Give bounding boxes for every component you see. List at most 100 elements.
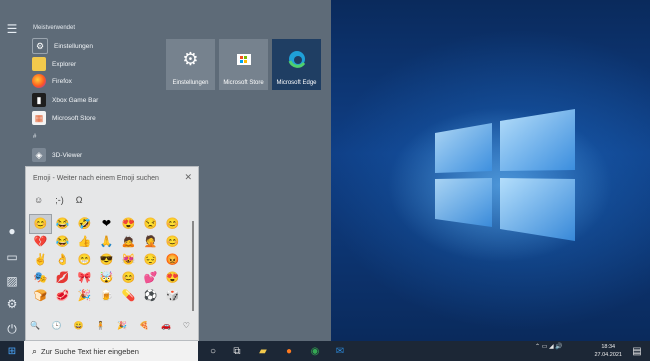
search-input[interactable]: Zur Suche Text hier eingeben [41, 347, 139, 356]
emoji-cell[interactable]: 😒 [140, 215, 161, 233]
app-label: Xbox Game Bar [52, 96, 99, 104]
task-view-icon[interactable]: ⧉ [230, 344, 244, 358]
emoji-cell[interactable]: ⚽ [140, 287, 161, 305]
taskbar: ⊞ ⌕ Zur Suche Text hier eingeben ○ ⧉ ▰ ●… [0, 341, 650, 361]
tile-microsoft-edge[interactable]: Microsoft Edge [272, 39, 321, 90]
time-text: 18:34 [601, 344, 616, 350]
emoji-glyph: 💊 [121, 290, 136, 302]
emoji-category-icon[interactable]: 🔍 [30, 321, 40, 330]
emoji-cell[interactable]: 🤣 [74, 215, 95, 233]
emoji-cell[interactable]: 🍺 [96, 287, 117, 305]
cube-icon: ◈ [32, 148, 46, 162]
emoji-cell[interactable]: ❤ [96, 215, 117, 233]
emoji-cell[interactable]: 😁 [74, 251, 95, 269]
mail-taskbar-icon[interactable]: ✉ [333, 344, 347, 358]
pictures-icon[interactable]: ▨ [5, 274, 19, 288]
emoji-category-icon[interactable]: 🕒 [52, 321, 62, 330]
emoji-cell[interactable]: 💋 [52, 269, 73, 287]
document-icon[interactable]: ▭ [5, 250, 19, 264]
emoji-cell[interactable]: 😍 [162, 269, 183, 287]
app-explorer[interactable]: Explorer [32, 56, 162, 72]
windows-start-icon[interactable]: ⊞ [5, 344, 19, 358]
emoji-category-icon[interactable]: 🎉 [117, 321, 127, 330]
settings-gear-icon[interactable]: ⚙ [5, 297, 19, 311]
tab-symbols[interactable]: Ω [76, 195, 83, 205]
emoji-cell[interactable]: ✌ [30, 251, 51, 269]
emoji-cell[interactable]: 🎭 [30, 269, 51, 287]
emoji-cell[interactable]: 😊 [162, 233, 183, 251]
xbox-icon: ▮ [32, 93, 46, 107]
hamburger-menu-icon[interactable]: ☰ [5, 22, 19, 36]
emoji-cell[interactable]: 😂 [52, 215, 73, 233]
emoji-category-icon[interactable]: ♡ [183, 321, 190, 330]
user-avatar-icon[interactable]: ● [5, 224, 19, 238]
emoji-glyph: 😻 [121, 254, 136, 266]
emoji-cell[interactable]: 🍞 [30, 287, 51, 305]
tray-icons[interactable]: ⌃ ▭ ◢ 🔊 [535, 343, 563, 350]
emoji-cell[interactable]: 🎉 [74, 287, 95, 305]
clock[interactable]: 18:34 27.04.2021 [594, 343, 622, 359]
emoji-category-icon[interactable]: 😀 [74, 321, 84, 330]
emoji-cell[interactable]: 🎲 [162, 287, 183, 305]
emoji-cell[interactable]: 💊 [118, 287, 139, 305]
tile-microsoft-store[interactable]: Microsoft Store [219, 39, 268, 90]
emoji-category-icon[interactable]: 🍕 [139, 321, 149, 330]
app-3d-viewer[interactable]: ◈ 3D-Viewer [32, 147, 162, 163]
emoji-glyph: 😊 [33, 218, 48, 230]
scrollbar[interactable] [192, 221, 194, 311]
emoji-cell[interactable]: 😊 [29, 214, 52, 234]
emoji-cell[interactable]: 🙇 [118, 233, 139, 251]
emoji-cell[interactable]: 😡 [162, 251, 183, 269]
emoji-glyph: 😒 [143, 218, 158, 230]
emoji-cell[interactable]: 😂 [52, 233, 73, 251]
app-label: 3D-Viewer [52, 151, 83, 159]
cortana-icon[interactable]: ○ [206, 344, 220, 358]
emoji-cell[interactable]: 😻 [118, 251, 139, 269]
emoji-glyph: 🤣 [77, 218, 92, 230]
emoji-cell[interactable]: 🥩 [52, 287, 73, 305]
emoji-cell[interactable]: 🤦 [140, 233, 161, 251]
emoji-cell[interactable]: 😍 [118, 215, 139, 233]
tile-settings[interactable]: ⚙ Einstellungen [166, 39, 215, 90]
emoji-glyph: 🤦 [143, 236, 158, 248]
notification-icon[interactable]: ▤ [630, 344, 644, 358]
emoji-cell[interactable]: 👌 [52, 251, 73, 269]
emoji-glyph: 😊 [165, 236, 180, 248]
power-icon[interactable]: ⏻ [5, 322, 19, 336]
store-icon [219, 49, 268, 71]
emoji-cell[interactable]: 💕 [140, 269, 161, 287]
app-settings[interactable]: ⚙ Einstellungen [32, 38, 162, 54]
emoji-cell[interactable]: 🎀 [74, 269, 95, 287]
emoji-search-prompt[interactable]: Emoji - Weiter nach einem Emoji suchen [33, 175, 159, 182]
emoji-category-icon[interactable]: 🧍 [95, 321, 105, 330]
emoji-glyph: 🎭 [33, 272, 48, 284]
windows-logo [435, 109, 575, 241]
firefox-taskbar-icon[interactable]: ● [282, 344, 296, 358]
close-icon[interactable]: ✕ [184, 172, 192, 183]
tab-emoji[interactable]: ☺ [34, 195, 43, 205]
emoji-cell[interactable]: 👍 [74, 233, 95, 251]
emoji-cell[interactable]: 💔 [30, 233, 51, 251]
chrome-taskbar-icon[interactable]: ◉ [308, 344, 322, 358]
tile-label: Microsoft Edge [276, 80, 317, 86]
emoji-cell[interactable]: 🤯 [96, 269, 117, 287]
firefox-icon [32, 74, 46, 88]
emoji-category-icon[interactable]: 🚗 [161, 321, 171, 330]
emoji-cell[interactable]: 😎 [96, 251, 117, 269]
gear-icon: ⚙ [182, 49, 199, 69]
explorer-taskbar-icon[interactable]: ▰ [256, 344, 270, 358]
emoji-cell[interactable]: 😔 [140, 251, 161, 269]
search-box[interactable]: ⌕ Zur Suche Text hier eingeben [24, 341, 198, 361]
app-firefox[interactable]: Firefox [32, 73, 162, 89]
tab-kaomoji[interactable]: ;-) [55, 195, 64, 205]
edge-icon [272, 49, 321, 73]
emoji-glyph: 🙏 [99, 236, 114, 248]
emoji-glyph: 😍 [165, 272, 180, 284]
emoji-cell[interactable]: 😊 [162, 215, 183, 233]
app-xbox-game-bar[interactable]: ▮ Xbox Game Bar [32, 92, 162, 108]
emoji-cell[interactable]: 😊 [118, 269, 139, 287]
app-microsoft-store[interactable]: ▦ Microsoft Store [32, 110, 162, 126]
section-header-hash: # [33, 134, 37, 140]
emoji-cell[interactable]: 🙏 [96, 233, 117, 251]
emoji-glyph: 😊 [121, 272, 136, 284]
